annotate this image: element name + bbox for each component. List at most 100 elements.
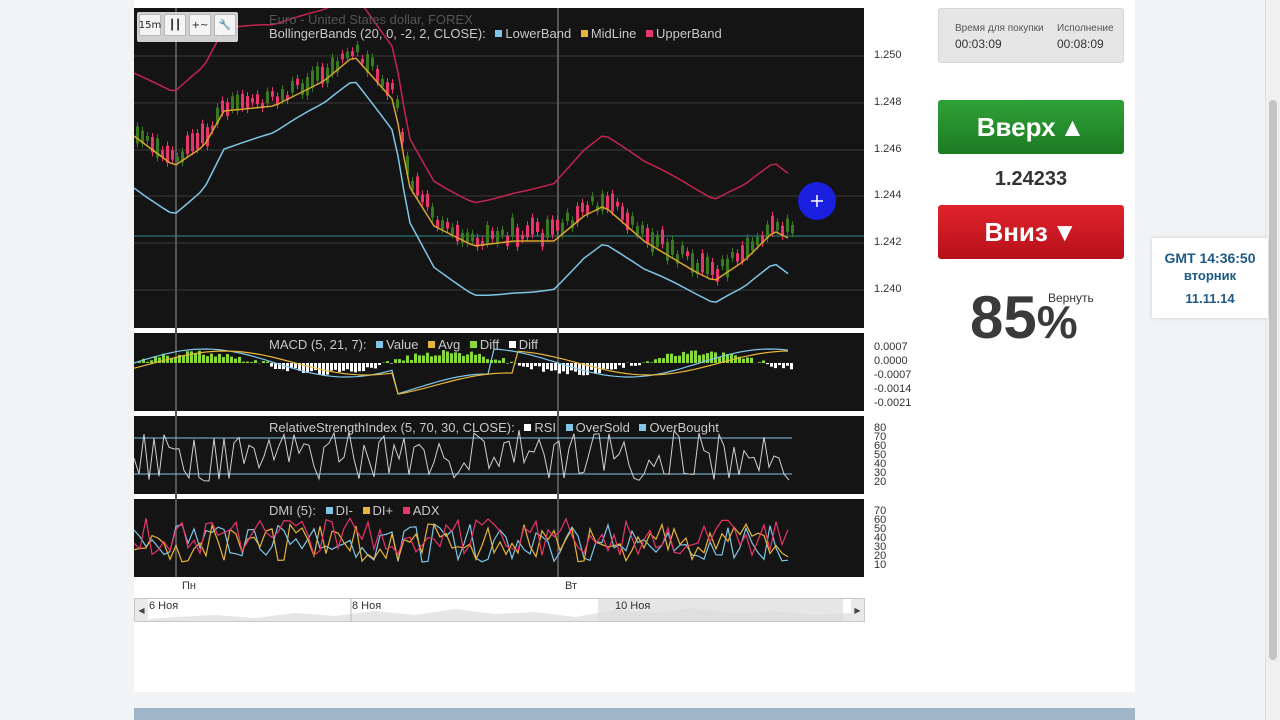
macd-bar [558,363,561,374]
macd-bar [406,355,409,363]
price-tick: 1.244 [874,189,902,201]
exec-time-value: 00:08:09 [1057,37,1104,51]
macd-bar [710,351,713,363]
arrow-up-icon: ▲ [1059,111,1086,142]
macd-bar [614,363,617,370]
candle-body [551,219,554,235]
candle-body [511,217,514,236]
macd-tick: -0.0021 [874,397,912,409]
macd-bar [538,363,541,367]
day-label-mon: Пн [182,580,196,592]
macd-bar [394,359,397,363]
wrench-icon[interactable]: 🔧 [214,14,236,36]
candle-body [521,234,524,240]
chart-area[interactable]: 15m ┃┃ +~ 🔧 Euro - United States dollar,… [134,8,914,623]
candle-body [681,245,684,255]
macd-bar [354,363,357,373]
macd-bar [574,363,577,372]
candle-body [606,195,609,210]
di-minus-line [134,522,789,563]
timeframe-button[interactable]: 15m [139,14,161,36]
macd-bar [530,363,533,370]
macd-bar [774,363,777,369]
up-button[interactable]: Вверх ▲ [938,100,1124,154]
candle-body [496,230,499,243]
macd-bar [494,359,497,363]
payout-caption: Вернуть [1048,291,1094,305]
candle-body [586,205,589,214]
macd-bar [458,353,461,363]
candle-body [171,150,174,160]
candle-body [201,123,204,144]
macd-bar [542,363,545,372]
macd-bar [334,363,337,370]
symbol-label: Euro - United States dollar, FOREX [269,12,473,27]
candle-body [316,66,319,81]
candle-body [736,253,739,262]
macd-bar [194,353,197,363]
macd-bar [434,355,437,363]
macd-bar [438,355,441,363]
scrollbar-thumb[interactable] [1269,100,1277,660]
rsi-label: RelativeStrengthIndex (5, 70, 30, CLOSE)… [269,420,515,435]
macd-bar [778,363,781,366]
candle-body [466,232,469,243]
candle-body [231,96,234,110]
macd-tick: 0.0007 [874,341,908,353]
candle-body [241,93,244,108]
macd-bar [342,363,345,371]
clock-widget: GMT 14:36:50 вторник 11.11.14 [1152,238,1268,318]
macd-bar [650,362,653,363]
indicators-icon[interactable]: +~ [189,14,211,36]
bollinger-legend: BollingerBands (20, 0, -2, 2, CLOSE): Lo… [269,26,722,41]
macd-bar [790,363,793,370]
candle-body [541,232,544,247]
macd-bar [630,363,633,366]
candle-body [751,241,754,251]
macd-bar [242,361,245,363]
candle-body [746,237,749,258]
candle-body [191,133,194,152]
macd-bar [330,363,333,371]
macd-bar [418,355,421,363]
candlestick-icon[interactable]: ┃┃ [164,14,186,36]
macd-bar [622,363,625,368]
macd-bar [518,363,521,366]
candle-body [436,219,439,228]
macd-bar [478,353,481,363]
legend-avg: Avg [438,337,461,352]
candle-body [516,227,519,247]
candle-body [291,80,294,93]
day-label-tue: Вт [565,580,578,592]
macd-bar [214,356,217,363]
candle-body [726,258,729,278]
macd-bar [350,363,353,372]
candle-body [646,228,649,244]
macd-bar [226,354,229,363]
navigator-sparkline [149,599,851,621]
macd-bar [402,360,405,363]
down-button[interactable]: Вниз ▼ [938,205,1124,259]
candle-body [326,67,329,84]
macd-bar [554,363,557,371]
macd-bar [470,351,473,363]
candle-body [371,57,374,67]
macd-bar [466,354,469,363]
candle-body [661,229,664,245]
candle-body [741,245,744,262]
macd-bar [346,363,349,370]
page-scrollbar[interactable] [1265,0,1280,720]
candle-body [461,233,464,244]
nav-date-label: 8 Ноя [352,600,382,612]
candle-body [556,219,559,231]
macd-bar [362,363,365,372]
candle-body [136,126,139,144]
macd-bar [250,362,253,363]
candle-body [431,206,434,218]
macd-bar [238,356,241,363]
time-navigator[interactable]: ◀ ▶ 6 Ноя 8 Ноя 10 Ноя [134,598,865,622]
macd-label: MACD (5, 21, 7): [269,337,367,352]
macd-bar [690,350,693,363]
macd-bar [510,361,513,363]
dmi-legend: DMI (5): DI- DI+ ADX [269,503,440,518]
